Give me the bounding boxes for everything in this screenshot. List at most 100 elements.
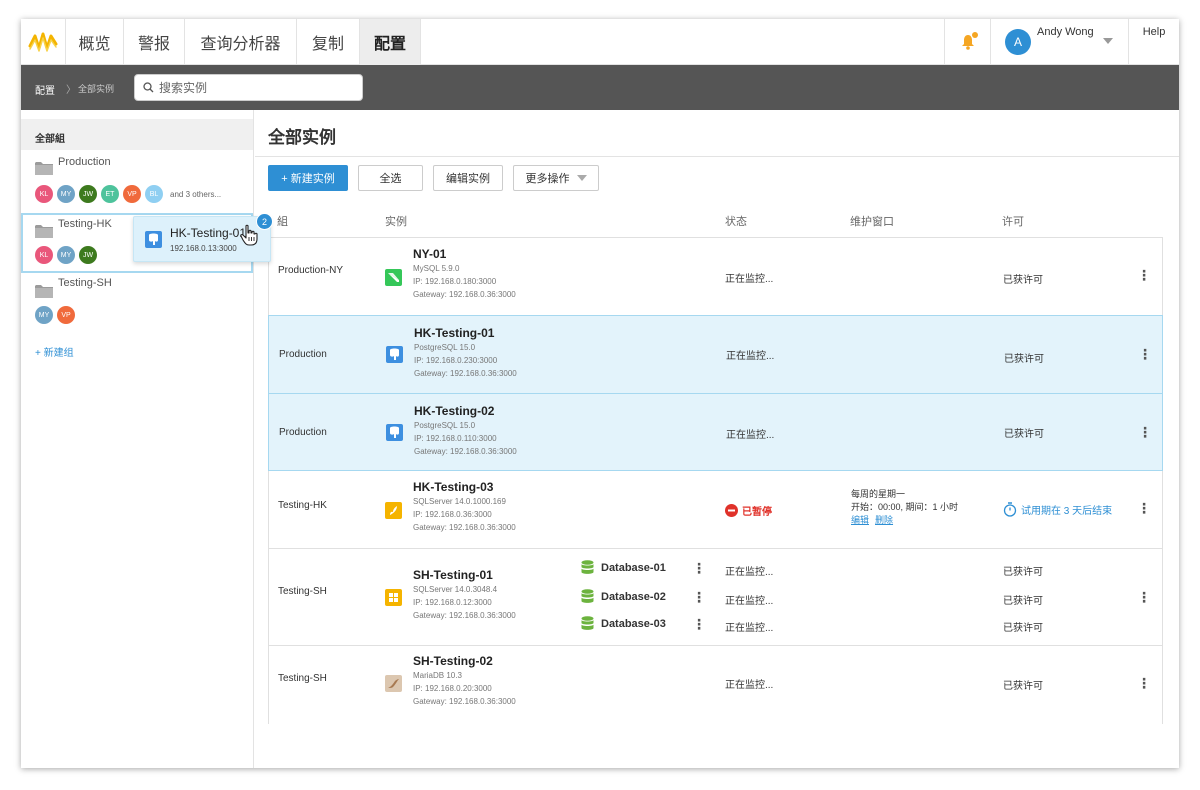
breadcrumb-root[interactable]: 配置 (35, 82, 55, 97)
tab-overview[interactable]: 概览 (66, 19, 124, 65)
add-group-button[interactable]: + 新建组 (35, 344, 74, 359)
row-menu-button[interactable]: ⋮ (1137, 676, 1151, 690)
edit-maintenance-link[interactable]: 编辑 (851, 515, 869, 525)
postgresql-icon (145, 231, 162, 248)
group-members: KL MY JW (35, 246, 97, 264)
row-menu-button[interactable]: ⋮ (1137, 501, 1151, 515)
table-row[interactable]: Testing-SH SH-Testing-02 MariaDB 10.3 IP… (269, 646, 1162, 724)
help-link[interactable]: Help (1129, 19, 1179, 65)
instance-details: MySQL 5.9.0 IP: 192.168.0.180:3000 Gatew… (413, 262, 516, 301)
member-avatar: BL (145, 185, 163, 203)
chevron-down-icon (576, 175, 587, 181)
row-group: Testing-HK (278, 500, 327, 511)
sidebar-group-testing-sh[interactable]: Testing-SH MY VP (21, 273, 253, 333)
chevron-down-icon (1103, 38, 1113, 44)
instances-table: Production-NY NY-01 MySQL 5.9.0 IP: 192.… (268, 237, 1163, 724)
notification-dot (972, 32, 978, 38)
license-text: 已获许可 (1003, 567, 1043, 578)
instance-name[interactable]: SH-Testing-01 (413, 568, 493, 582)
sub-bar: 配置 〉 全部实例 (21, 65, 1179, 110)
tab-query-analyzer[interactable]: 查询分析器 (185, 19, 297, 65)
instance-name[interactable]: NY-01 (413, 247, 446, 261)
member-avatar: JW (79, 185, 97, 203)
group-members: KL MY JW ET VP BL and 3 others... (35, 185, 221, 203)
database-name: Database-01 (601, 561, 666, 574)
group-name: Testing-HK (58, 218, 112, 230)
table-row[interactable]: Production HK-Testing-01 PostgreSQL 15.0… (268, 315, 1163, 394)
license-text: 已获许可 (1003, 623, 1043, 634)
database-name: Database-03 (601, 617, 666, 630)
database-menu-button[interactable]: ⋮ (692, 590, 706, 604)
database-menu-button[interactable]: ⋮ (692, 617, 706, 631)
database-menu-button[interactable]: ⋮ (692, 561, 706, 575)
instance-name[interactable]: HK-Testing-02 (414, 404, 494, 418)
instance-ip: IP: 192.168.0.230:3000 (414, 356, 498, 365)
table-row[interactable]: Testing-SH SH-Testing-01 SQLServer 14.0.… (269, 549, 1162, 646)
status-text: 正在监控... (725, 596, 774, 607)
drag-instance-name: HK-Testing-01 (170, 226, 247, 240)
instance-gateway: Gateway: 192.168.0.36:3000 (413, 290, 516, 299)
table-row[interactable]: Production-NY NY-01 MySQL 5.9.0 IP: 192.… (269, 238, 1162, 316)
instance-ip: IP: 192.168.0.12:3000 (413, 598, 492, 607)
row-menu-button[interactable]: ⋮ (1137, 590, 1151, 604)
search-box (134, 74, 363, 101)
database-item[interactable]: Database-03 (581, 616, 666, 631)
row-menu-button[interactable]: ⋮ (1138, 425, 1152, 439)
delete-maintenance-link[interactable]: 删除 (875, 515, 893, 525)
instance-gateway: Gateway: 192.168.0.36:3000 (414, 447, 517, 456)
column-header-group: 組 (277, 216, 288, 228)
instance-name[interactable]: HK-Testing-03 (413, 480, 493, 494)
sidebar-group-production[interactable]: Production KL MY JW ET VP BL and 3 other… (21, 150, 253, 211)
member-avatar: JW (79, 246, 97, 264)
edit-instance-button[interactable]: 编辑实例 (433, 165, 503, 191)
sidebar-all-groups[interactable]: 全部組 (21, 119, 253, 150)
instance-details: SQLServer 14.0.1000.169 IP: 192.168.0.36… (413, 495, 516, 534)
windows-icon (385, 589, 402, 606)
database-icon (581, 616, 594, 630)
app-logo[interactable] (21, 19, 66, 65)
table-row[interactable]: Production HK-Testing-02 PostgreSQL 15.0… (268, 393, 1163, 471)
license-text: 已获许可 (1004, 354, 1044, 365)
database-item[interactable]: Database-02 (581, 589, 666, 604)
instance-name[interactable]: SH-Testing-02 (413, 654, 493, 668)
status-text: 正在监控... (725, 274, 774, 285)
folder-icon (35, 285, 53, 298)
instance-name[interactable]: HK-Testing-01 (414, 326, 494, 340)
more-actions-dropdown[interactable]: 更多操作 (513, 165, 599, 191)
license-text: 已获许可 (1003, 681, 1043, 692)
instance-gateway: Gateway: 192.168.0.36:3000 (414, 369, 517, 378)
more-members[interactable]: and 3 others... (170, 190, 221, 199)
instance-gateway: Gateway: 192.168.0.36:3000 (413, 523, 516, 532)
sqlserver-icon (385, 502, 402, 519)
notifications-button[interactable] (944, 19, 991, 65)
tab-alerts[interactable]: 警报 (124, 19, 185, 65)
instance-engine: MySQL 5.9.0 (413, 264, 460, 273)
group-name: Production (58, 156, 111, 168)
member-avatar: KL (35, 246, 53, 264)
table-row[interactable]: Testing-HK HK-Testing-03 SQLServer 14.0.… (269, 471, 1162, 549)
instance-details: SQLServer 14.0.3048.4 IP: 192.168.0.12:3… (413, 583, 516, 622)
group-name: Testing-SH (58, 277, 112, 289)
row-group: Production (279, 349, 327, 360)
row-menu-button[interactable]: ⋮ (1138, 347, 1152, 361)
tab-configuration[interactable]: 配置 (360, 19, 421, 65)
license-text: 已获许可 (1003, 596, 1043, 607)
member-avatar: ET (101, 185, 119, 203)
tab-replication[interactable]: 复制 (297, 19, 360, 65)
instance-ip: IP: 192.168.0.36:3000 (413, 510, 492, 519)
member-avatar: MY (35, 306, 53, 324)
search-input[interactable] (159, 80, 354, 96)
new-instance-button[interactable]: + 新建实例 (268, 165, 348, 191)
user-menu[interactable]: A Andy Wong (991, 19, 1129, 65)
select-all-button[interactable]: 全选 (358, 165, 423, 191)
instance-gateway: Gateway: 192.168.0.36:3000 (413, 611, 516, 620)
instance-engine: PostgreSQL 15.0 (414, 421, 476, 430)
member-avatar: VP (57, 306, 75, 324)
mysql-icon (385, 269, 402, 286)
database-item[interactable]: Database-01 (581, 560, 666, 575)
stop-icon (725, 504, 738, 517)
row-menu-button[interactable]: ⋮ (1137, 268, 1151, 282)
row-group: Production-NY (278, 265, 344, 276)
breadcrumb-separator: 〉 (66, 85, 76, 96)
instance-details: PostgreSQL 15.0 IP: 192.168.0.230:3000 G… (414, 341, 517, 380)
